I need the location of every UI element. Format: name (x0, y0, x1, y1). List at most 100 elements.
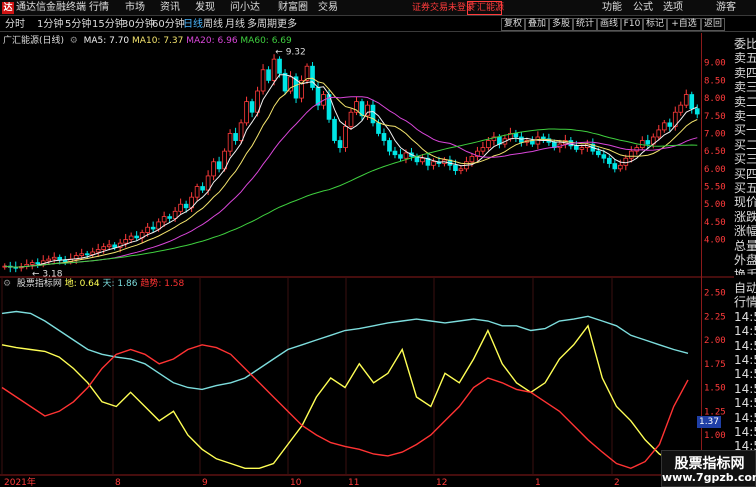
candle-body (216, 161, 222, 170)
tick-time-label: 14:56 (734, 381, 756, 396)
stock-title: 广汇能源(日线) (3, 36, 65, 46)
period-1min[interactable]: 1分钟 (37, 19, 63, 30)
kline-chart[interactable]: 9.00 8.50 8.00 7.50 7.00 6.50 6.00 5.50 5.00 4.50… (0, 33, 734, 487)
indicator-lines (1, 310, 689, 470)
x-tick-label: 8 (115, 478, 121, 487)
candle-body (233, 133, 238, 141)
candle-body (480, 147, 486, 152)
di-label: 地: 0.64 (64, 279, 100, 289)
candle-body (46, 258, 52, 262)
draw-line-button[interactable]: 画线 (597, 18, 621, 31)
multi-stock-button[interactable]: 多股 (549, 18, 573, 31)
candle-body (376, 122, 381, 134)
price-tick-label: 4.00 (704, 236, 726, 246)
candle-body (95, 249, 101, 253)
adjust-button[interactable]: 复权 (501, 18, 525, 31)
candle-body (519, 136, 524, 143)
menu-market[interactable]: 市场 (125, 2, 145, 14)
quote-field-label: 卖五 (734, 51, 756, 66)
candlestick-series (2, 54, 700, 273)
price-tick-label: 9.00 (704, 59, 726, 69)
tick-time-label: 14:56 (734, 410, 756, 425)
quote-field-label: 涨跌 (734, 209, 756, 224)
period-weekly[interactable]: 周线 (203, 19, 223, 30)
menu-formula[interactable]: 公式 (633, 2, 653, 14)
menu-wealth[interactable]: 财富圈 (278, 2, 308, 14)
mark-button[interactable]: 标记 (643, 18, 667, 31)
stats-button[interactable]: 统计 (573, 18, 597, 31)
tick-time-label: 14:56 (734, 367, 756, 382)
settings-icon[interactable]: ⚙ (3, 279, 14, 289)
menu-options[interactable]: 选项 (663, 2, 683, 14)
period-timeshare[interactable]: 分时 (5, 19, 25, 30)
menu-news[interactable]: 资讯 (160, 2, 180, 14)
candle-body (667, 122, 673, 127)
quote-field-label: 委比 (734, 37, 756, 51)
period-toolbar: 分时 1分钟 5分钟 15分钟 30分钟 60分钟 日线 周线 月线 多周期 更… (0, 17, 756, 32)
candle-body (271, 58, 277, 81)
ma5-label: MA5: 7.70 (83, 36, 130, 46)
period-60min[interactable]: 60分钟 (152, 19, 185, 30)
overlay-button[interactable]: 叠加 (525, 18, 549, 31)
indicator-tick-label: 1.50 (704, 384, 726, 394)
menu-ask[interactable]: 问小达 (230, 2, 260, 14)
period-more[interactable]: 更多 (277, 19, 297, 30)
candle-body (398, 154, 403, 159)
period-daily[interactable]: 日线 (183, 19, 203, 30)
back-button[interactable]: 返回 (701, 18, 725, 31)
x-tick-label: 2 (614, 478, 620, 487)
menu-function[interactable]: 功能 (602, 2, 622, 14)
period-multi[interactable]: 多周期 (247, 19, 277, 30)
candle-body (574, 145, 579, 150)
period-monthly[interactable]: 月线 (225, 19, 245, 30)
tick-time-label: 14:56 (734, 309, 756, 324)
high-marker: ← 9.32 (275, 47, 305, 57)
candle-body (541, 136, 546, 140)
candle-body (35, 262, 41, 265)
ma10-line (4, 77, 698, 268)
quote-field-label: 外盘 (734, 253, 756, 268)
menu-guest[interactable]: 游客 (716, 2, 736, 14)
settings-icon[interactable]: ⚙ (67, 36, 81, 46)
indicator-tick-label: 2.50 (704, 289, 726, 299)
candle-body (238, 122, 244, 141)
tick-side-panel: 自动行情14:5614:5614:5614:5614:5614:5614:561… (734, 281, 756, 467)
candle-body (343, 125, 348, 149)
candle-body (623, 157, 629, 166)
watermark-name: 股票指标网 (674, 456, 745, 472)
quote-field-label: 现价 (734, 195, 756, 210)
menu-discover[interactable]: 发现 (195, 2, 215, 14)
menu-trade[interactable]: 交易 (318, 2, 338, 14)
indicator-tick-label: 1.75 (704, 360, 726, 370)
tick-time-label: 14:56 (734, 396, 756, 411)
candle-body (106, 244, 112, 248)
f10-button[interactable]: F10 (621, 18, 643, 31)
login-status[interactable]: 证券交易未登录 (412, 2, 475, 14)
app-logo: 达 (2, 2, 14, 14)
candle-body (112, 244, 117, 248)
x-tick-label: 11 (348, 478, 359, 487)
price-tick-label: 7.00 (704, 129, 726, 139)
tick-time-label: 14:56 (734, 353, 756, 368)
quote-field-label: 总量 (734, 238, 756, 253)
tick-time-label: 14:56 (734, 425, 756, 440)
add-watchlist-button[interactable]: +自选 (667, 18, 701, 31)
period-5min[interactable]: 5分钟 (65, 19, 91, 30)
candle-body (332, 118, 337, 141)
app-name: 通达信金融终端 (16, 2, 86, 13)
candle-body (678, 104, 684, 113)
period-30min[interactable]: 30分钟 (122, 19, 155, 30)
stock-name-button[interactable]: 广汇能源 (467, 1, 504, 15)
candle-body (178, 203, 183, 212)
candle-body (431, 161, 436, 166)
quote-field-label: 卖一 (734, 109, 756, 124)
ma60-label: MA60: 6.69 (240, 36, 292, 46)
candle-body (694, 108, 700, 115)
price-tick-label: 5.50 (704, 183, 726, 193)
menu-market-quotes[interactable]: 行情 (89, 2, 109, 14)
x-tick-label: 1 (535, 478, 541, 487)
candle-body (156, 221, 161, 230)
price-tick-label: 4.50 (704, 218, 726, 228)
period-15min[interactable]: 15分钟 (92, 19, 125, 30)
candle-body (683, 94, 689, 106)
